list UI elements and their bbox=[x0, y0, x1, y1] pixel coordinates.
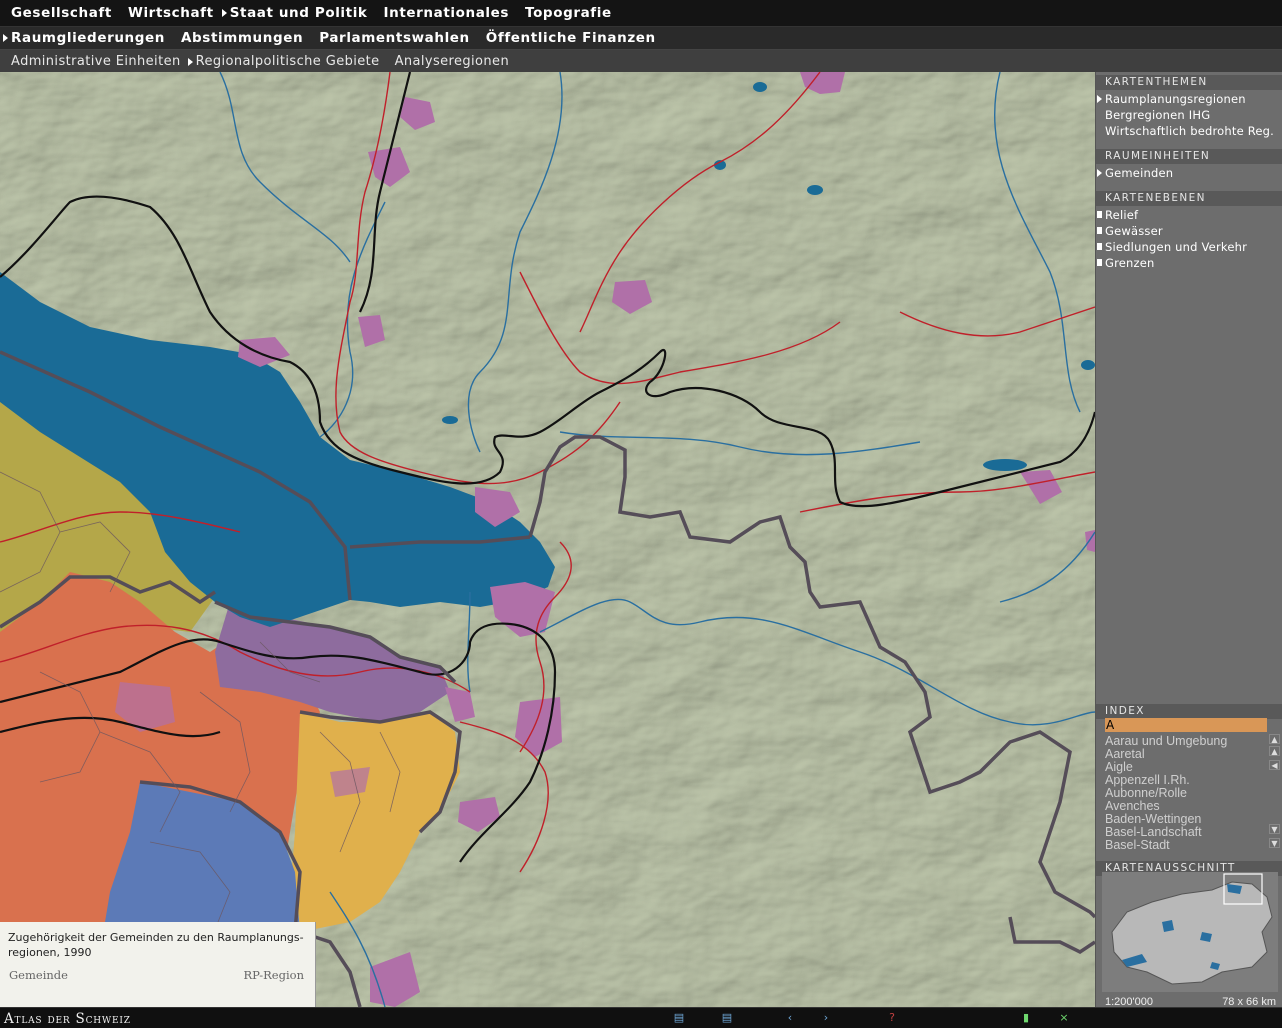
scroll-bottom-icon[interactable]: ▼ bbox=[1269, 838, 1280, 848]
nav-staat-und-politik[interactable]: Staat und Politik bbox=[221, 5, 368, 21]
legend-rp-region: RP-Region bbox=[243, 968, 305, 982]
theme-bergregionen[interactable]: Bergregionen IHG bbox=[1105, 108, 1210, 122]
nav-analyseregionen[interactable]: Analyseregionen bbox=[395, 54, 510, 69]
atlas-logo: Atlas der Schweiz bbox=[4, 1011, 131, 1027]
layer-relief[interactable]: Relief bbox=[1096, 208, 1138, 222]
unit-gemeinden[interactable]: Gemeinden bbox=[1096, 166, 1173, 180]
map-svg[interactable] bbox=[0, 72, 1095, 1007]
heading-index: INDEX bbox=[1096, 704, 1282, 719]
nav-gesellschaft[interactable]: Gesellschaft bbox=[11, 5, 112, 21]
map-canvas[interactable] bbox=[0, 72, 1095, 1007]
theme-bedrohte-regionen[interactable]: Wirtschaftlich bedrohte Reg. bbox=[1105, 124, 1274, 138]
index-item[interactable]: Aaretal bbox=[1105, 747, 1145, 761]
index-item[interactable]: Basel-Stadt bbox=[1105, 838, 1170, 852]
notes-icon[interactable]: ▤ bbox=[719, 1011, 735, 1025]
layer-gewaesser[interactable]: Gewässer bbox=[1097, 224, 1163, 238]
side-panel: KARTENTHEMEN Raumplanungsregionen Bergre… bbox=[1095, 72, 1282, 1008]
layer-grenzen[interactable]: Grenzen bbox=[1097, 256, 1155, 270]
info-icon[interactable]: ▮ bbox=[1018, 1011, 1034, 1025]
map-legend: Zugehörigkeit der Gemeinden zu den Raump… bbox=[0, 922, 316, 1007]
layer-siedlungen-verkehr[interactable]: Siedlungen und Verkehr bbox=[1096, 240, 1247, 254]
pond-4 bbox=[442, 416, 458, 424]
help-icon[interactable]: ? bbox=[884, 1011, 900, 1025]
minimap-switzerland bbox=[1111, 881, 1273, 985]
index-item[interactable]: Baden-Wettingen bbox=[1105, 812, 1201, 826]
nav-oeffentliche-finanzen[interactable]: Öffentliche Finanzen bbox=[486, 30, 656, 46]
nav-parlamentswahlen[interactable]: Parlamentswahlen bbox=[319, 30, 470, 46]
close-icon[interactable]: × bbox=[1056, 1011, 1072, 1025]
nav-wirtschaft[interactable]: Wirtschaft bbox=[128, 5, 214, 21]
theme-raumplanungsregionen[interactable]: Raumplanungsregionen bbox=[1097, 92, 1246, 106]
nav-regionalpolitische-gebiete[interactable]: Regionalpolitische Gebiete bbox=[187, 54, 380, 69]
heading-kartenebenen: KARTENEBENEN bbox=[1096, 191, 1282, 206]
back-icon[interactable]: ‹ bbox=[782, 1011, 798, 1025]
minimap-lake-2 bbox=[1162, 920, 1174, 932]
forward-icon[interactable]: › bbox=[818, 1011, 834, 1025]
primary-nav: Gesellschaft Wirtschaft Staat und Politi… bbox=[0, 0, 1282, 27]
tertiary-nav: Administrative Einheiten Regionalpolitis… bbox=[0, 50, 1282, 72]
minimap-svg[interactable] bbox=[1102, 872, 1278, 992]
index-item[interactable]: Aubonne/Rolle bbox=[1105, 786, 1187, 800]
nav-internationales[interactable]: Internationales bbox=[384, 5, 510, 21]
nav-administrative-einheiten[interactable]: Administrative Einheiten bbox=[11, 54, 181, 69]
scroll-down-icon[interactable]: ▼ bbox=[1269, 824, 1280, 834]
overview-minimap[interactable] bbox=[1102, 872, 1278, 992]
index-item[interactable]: Aigle bbox=[1105, 760, 1133, 774]
scroll-left-icon[interactable]: ◀ bbox=[1269, 760, 1280, 770]
scroll-up-icon[interactable]: ▲ bbox=[1269, 746, 1280, 756]
heading-kartenthemen: KARTENTHEMEN bbox=[1096, 75, 1282, 90]
nav-topografie[interactable]: Topografie bbox=[525, 5, 612, 21]
index-item[interactable]: Appenzell I.Rh. bbox=[1105, 773, 1190, 787]
legend-icon[interactable]: ▤ bbox=[671, 1011, 687, 1025]
secondary-nav: Raumgliederungen Abstimmungen Parlaments… bbox=[0, 27, 1282, 50]
index-item[interactable]: Avenches bbox=[1105, 799, 1160, 813]
index-item[interactable]: Basel-Landschaft bbox=[1105, 825, 1202, 839]
nav-abstimmungen[interactable]: Abstimmungen bbox=[181, 30, 303, 46]
scroll-top-icon[interactable]: ▲ bbox=[1269, 734, 1280, 744]
legend-gemeinde: Gemeinde bbox=[9, 968, 68, 982]
pond-1 bbox=[753, 82, 767, 92]
index-item[interactable]: Aarau und Umgebung bbox=[1105, 734, 1227, 748]
nav-raumgliederungen[interactable]: Raumgliederungen bbox=[3, 30, 165, 46]
legend-title: Zugehörigkeit der Gemeinden zu den Raump… bbox=[8, 931, 304, 959]
pond-6 bbox=[1081, 360, 1095, 370]
index-search-input[interactable]: A bbox=[1105, 718, 1267, 732]
pond-5 bbox=[983, 459, 1027, 471]
pond-3 bbox=[807, 185, 823, 195]
heading-raumeinheiten: RAUMEINHEITEN bbox=[1096, 149, 1282, 164]
bottom-bar: Atlas der Schweiz ▤ ▤ ‹ › ? ▮ × bbox=[0, 1007, 1282, 1028]
